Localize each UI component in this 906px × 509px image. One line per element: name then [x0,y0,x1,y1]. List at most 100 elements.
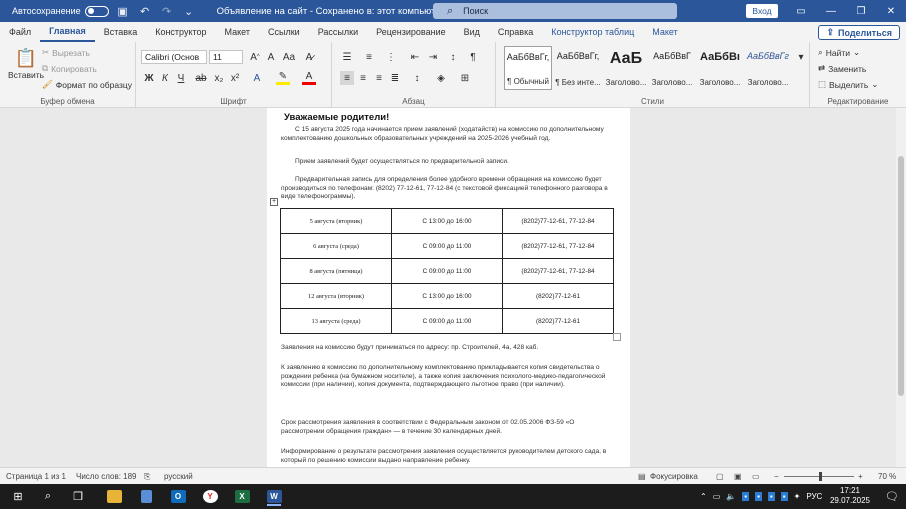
autosave-toggle[interactable]: Автосохранение [12,5,109,17]
tray-app-icon[interactable]: ✦ [794,492,801,501]
select-button[interactable]: ⬚ Выделить ⌄ [818,79,878,90]
superscript-icon[interactable]: x² [228,71,242,85]
font-color-icon[interactable]: A [302,71,316,85]
phone-cell[interactable]: (8202)77-12-61 [502,283,614,309]
text-effects-icon[interactable]: A [250,71,264,85]
phone-cell[interactable]: (8202)77-12-61, 77-12-84 [502,233,614,259]
tab-design[interactable]: Конструктор [146,22,215,42]
font-size-dropdown[interactable]: 11 [209,50,243,64]
sort-icon[interactable]: ↕ [446,50,460,64]
excel-icon[interactable]: X [230,487,254,506]
zoom-out-icon[interactable]: − [774,472,779,481]
align-left-icon[interactable]: ≡ [340,71,354,85]
date-cell[interactable]: 13 августа (среда) [280,308,392,334]
proofing-icon[interactable]: ⎘ [144,472,150,482]
cut-button[interactable]: ✂ Вырезать [42,47,90,58]
date-cell[interactable]: 12 августа (вторник) [280,283,392,309]
windows-start-icon[interactable]: ⊞ [6,487,30,506]
task-view-icon[interactable]: ❒ [66,487,90,506]
phone-cell[interactable]: (8202)77-12-61, 77-12-84 [502,208,614,234]
keyboard-language[interactable]: РУС [806,492,822,501]
search-box[interactable]: ⌕ Поиск [433,3,677,19]
tab-review[interactable]: Рецензирование [367,22,455,42]
align-right-icon[interactable]: ≡ [372,71,386,85]
customize-qat-icon[interactable]: ⌄ [181,3,197,19]
time-cell[interactable]: С 09:00 до 11:00 [391,233,503,259]
highlight-icon[interactable]: ✎ [276,71,290,85]
tab-mailings[interactable]: Рассылки [309,22,367,42]
time-cell[interactable]: С 09:00 до 11:00 [391,308,503,334]
network-icon[interactable]: ▭ [713,492,721,501]
print-layout-icon[interactable]: ▣ [734,472,742,481]
bullets-icon[interactable]: ☰ [340,50,354,64]
yandex-browser-icon[interactable]: Y [198,487,222,506]
table-move-handle-icon[interactable]: + [270,198,278,206]
restore-icon[interactable]: ❐ [846,0,876,22]
tray-app-icon[interactable]: ▪ [742,492,750,501]
format-painter-button[interactable]: 🖌 Формат по образцу [42,79,132,90]
tab-file[interactable]: Файл [0,22,40,42]
change-case-icon[interactable]: Aa [282,50,296,64]
tab-insert[interactable]: Вставка [95,22,146,42]
copy-button[interactable]: ⧉ Копировать [42,63,97,74]
signin-button[interactable]: Вход [746,4,778,18]
tab-view[interactable]: Вид [455,22,489,42]
tab-table-layout[interactable]: Макет [643,22,686,42]
date-cell[interactable]: 6 августа (среда) [280,233,392,259]
word-count[interactable]: Число слов: 189 [76,472,136,481]
tray-app-icon[interactable]: ▪ [767,492,775,501]
tab-table-design[interactable]: Конструктор таблиц [542,22,643,42]
numbering-icon[interactable]: ≡ [362,50,376,64]
file-explorer-icon[interactable] [102,487,126,506]
volume-icon[interactable]: 🔈 [726,492,736,501]
increase-indent-icon[interactable]: ⇥ [426,50,440,64]
tray-app-icon[interactable]: ▪ [755,492,762,501]
borders-icon[interactable]: ⊞ [458,71,472,85]
underline-button[interactable]: Ч [174,71,188,85]
style-heading-4[interactable]: АаБбВвГг Заголово... [744,46,792,90]
close-icon[interactable]: ✕ [876,0,906,22]
focus-icon[interactable]: ▤ [638,472,646,481]
bold-button[interactable]: Ж [142,71,156,85]
tab-layout[interactable]: Макет [216,22,259,42]
clear-formatting-icon[interactable]: A̷ [302,50,316,64]
italic-button[interactable]: К [158,71,172,85]
styles-more-icon[interactable]: ▾ [794,50,808,64]
align-center-icon[interactable]: ≡ [356,71,370,85]
minimize-icon[interactable]: — [816,0,846,22]
outlook-icon[interactable]: O [166,487,190,506]
style-heading-3[interactable]: АаБбВı Заголово... [696,46,744,90]
search-icon[interactable]: ⌕ [36,487,60,506]
decrease-indent-icon[interactable]: ⇤ [408,50,422,64]
tray-app-icon[interactable]: ▪ [780,492,788,501]
word-icon[interactable]: W [262,487,286,506]
line-spacing-icon[interactable]: ↕ [410,71,424,85]
find-button[interactable]: ⌕ Найти ⌄ [818,47,860,58]
subscript-icon[interactable]: x₂ [212,71,226,85]
ribbon-display-options-icon[interactable]: ▭ [786,0,816,22]
clock[interactable]: 17:21 29.07.2025 [828,486,872,506]
tab-home[interactable]: Главная [40,22,95,42]
read-mode-icon[interactable]: ▢ [716,472,724,481]
notepad-icon[interactable] [134,487,158,506]
tab-help[interactable]: Справка [489,22,542,42]
vertical-scrollbar[interactable] [896,108,906,467]
phone-cell[interactable]: (8202)77-12-61 [502,308,614,334]
style-heading-1[interactable]: АаБ Заголово... [602,46,650,90]
share-button[interactable]: ⇪ Поделиться [818,25,900,40]
paste-button[interactable]: 📋 Вставить [8,48,44,80]
autosave-switch[interactable] [84,5,109,17]
focus-label[interactable]: Фокусировка [650,472,698,481]
redo-icon[interactable]: ↷ [159,3,175,19]
grow-font-icon[interactable]: A ^ [248,50,262,64]
zoom-in-icon[interactable]: + [858,472,863,481]
date-cell[interactable]: 5 августа (вторник) [280,208,392,234]
chevron-up-icon[interactable]: ⌃ [700,492,707,501]
shrink-font-icon[interactable]: A [264,50,278,64]
date-cell[interactable]: 8 августа (пятница) [280,258,392,284]
language-indicator[interactable]: русский [164,472,193,481]
time-cell[interactable]: С 13:00 до 16:00 [391,208,503,234]
save-icon[interactable]: ▣ [115,3,131,19]
shading-icon[interactable]: ◈ [434,71,448,85]
font-name-dropdown[interactable]: Calibri (Основ [141,50,207,64]
